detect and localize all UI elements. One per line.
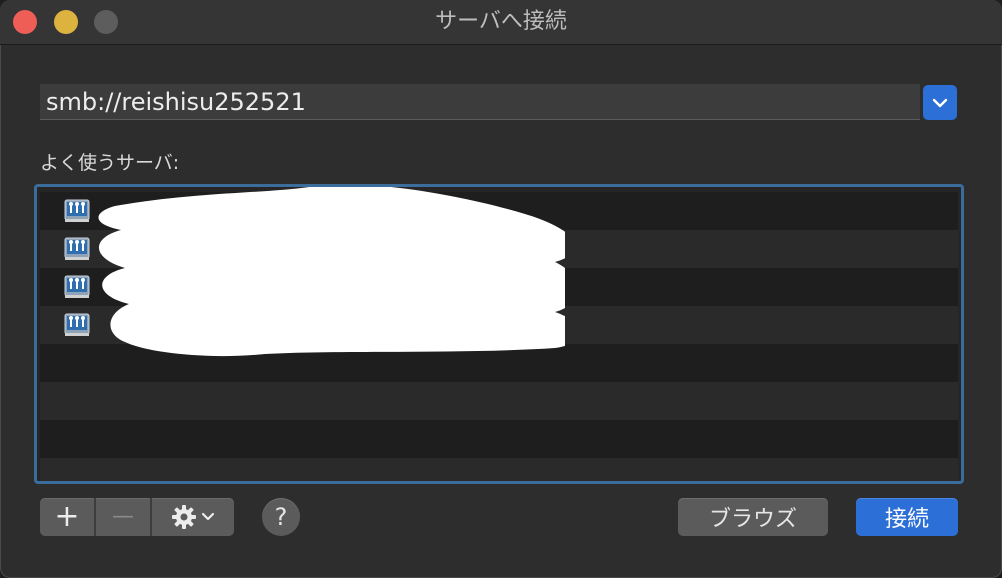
gear-icon: [172, 505, 196, 529]
connect-button[interactable]: 接続: [856, 498, 958, 536]
connect-button-label: 接続: [884, 507, 929, 532]
actions-menu-button[interactable]: [152, 498, 234, 536]
server-address-combo: [40, 84, 958, 122]
title-bar[interactable]: サーバへ接続: [0, 0, 1002, 45]
redaction-scribble: [98, 187, 565, 357]
add-server-button[interactable]: +: [40, 498, 94, 536]
help-icon: ?: [274, 503, 288, 531]
chevron-down-icon: [201, 512, 215, 521]
browse-button-label: ブラウズ: [708, 507, 797, 532]
server-address-input[interactable]: [40, 84, 920, 120]
empty-row: [40, 382, 958, 420]
remove-icon: —: [112, 504, 134, 529]
favorite-servers-label: よく使うサーバ:: [40, 152, 180, 174]
empty-row: [40, 420, 958, 458]
empty-row: [40, 458, 958, 481]
connect-to-server-window: サーバへ接続 よく使うサーバ:: [0, 0, 1002, 578]
favorite-servers-list[interactable]: [34, 184, 964, 484]
add-icon: +: [54, 499, 80, 534]
window-title: サーバへ接続: [435, 9, 567, 34]
recent-servers-dropdown[interactable]: [923, 85, 957, 120]
help-button[interactable]: ?: [262, 498, 300, 536]
chevron-down-icon: [932, 98, 948, 107]
remove-server-button[interactable]: —: [96, 498, 150, 536]
browse-button[interactable]: ブラウズ: [678, 498, 828, 536]
list-action-toolbar: + —: [40, 498, 234, 536]
